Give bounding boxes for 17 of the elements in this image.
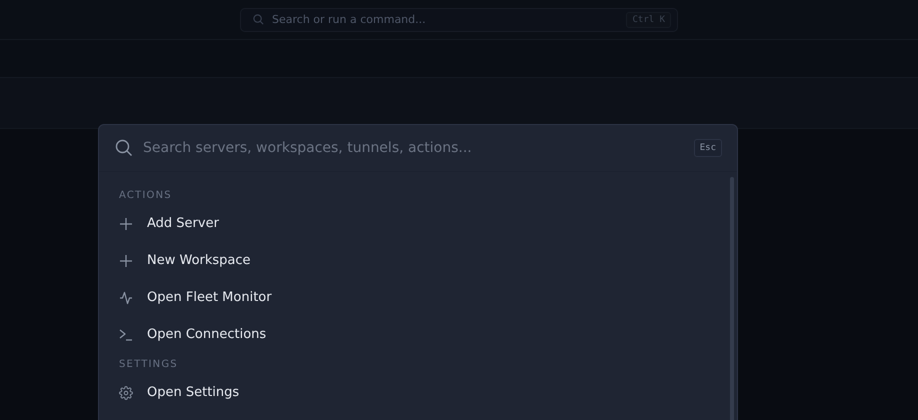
section-label: SETTINGS	[119, 358, 179, 372]
plus-icon	[119, 254, 133, 268]
terminal-icon	[119, 328, 133, 342]
menu-item[interactable]: Open Connections	[147, 327, 266, 342]
plus-icon	[119, 216, 133, 230]
search-icon	[115, 139, 133, 157]
search-icon	[253, 14, 264, 25]
menu-item[interactable]: Add Server	[147, 216, 219, 231]
shortcut-hint: Esc	[694, 139, 722, 157]
palette-search-field[interactable]: Search servers, workspaces, tunnels, actions...	[143, 140, 684, 156]
pulse-icon	[119, 290, 133, 304]
settings-icon	[119, 386, 133, 400]
menu-item[interactable]: Open Settings	[147, 385, 240, 400]
menu-item[interactable]: New Workspace	[147, 253, 251, 268]
section-label: ACTIONS	[119, 189, 173, 203]
command-search-field[interactable]: Search or run a command...	[272, 13, 618, 26]
menu-item[interactable]: Open Fleet Monitor	[147, 290, 272, 305]
